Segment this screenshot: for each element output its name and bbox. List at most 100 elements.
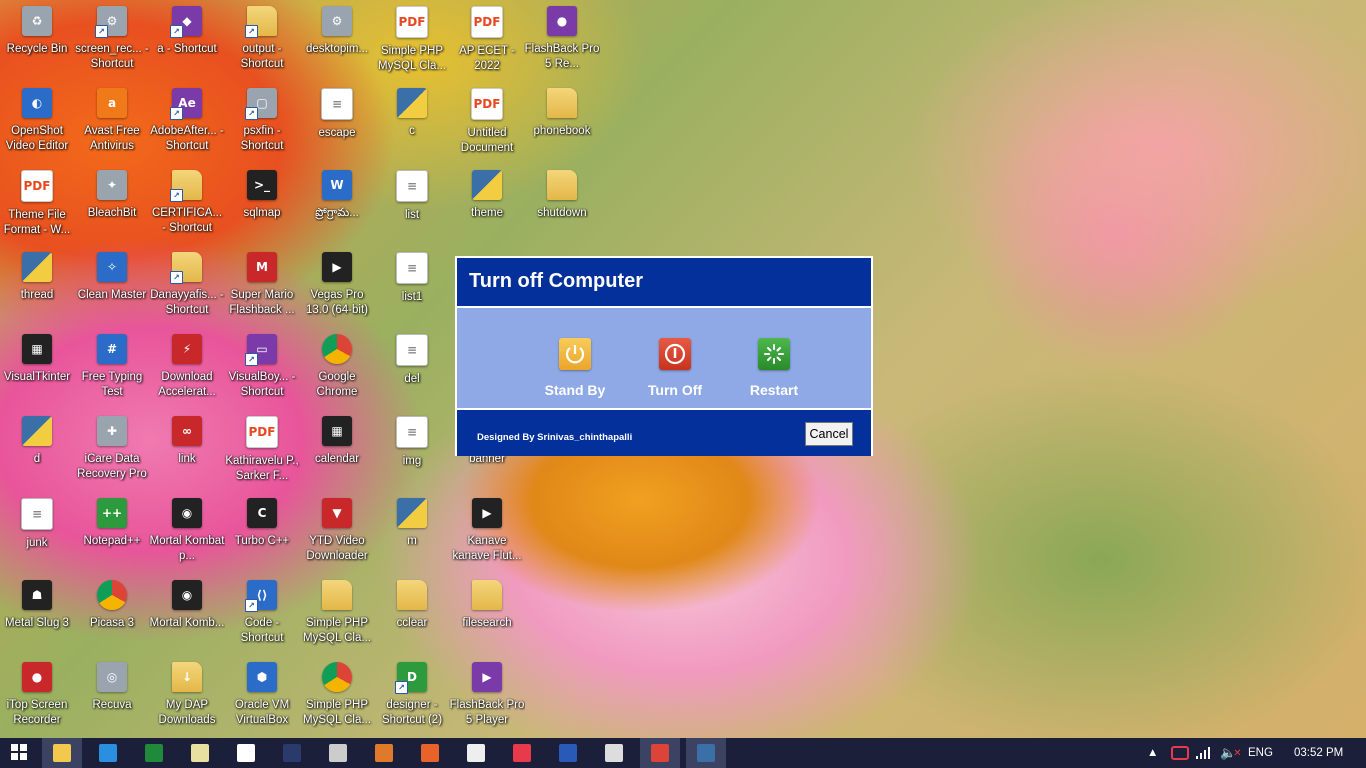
desktop-icon[interactable]: theme: [449, 164, 525, 244]
desktop-icon[interactable]: ↗ CERTIFICA... - Shortcut: [149, 164, 225, 244]
desktop-icon[interactable]: Google Chrome: [299, 328, 375, 408]
desktop-icon[interactable]: cclear: [374, 574, 450, 654]
desktop-icon[interactable]: ⟨⟩ ↗ Code - Shortcut: [224, 574, 300, 654]
show-hidden-icons-button[interactable]: ▲: [1147, 738, 1158, 768]
desktop-icon[interactable]: # Free Typing Test: [74, 328, 150, 408]
desktop-icon[interactable]: ▢ ↗ psxfin - Shortcut: [224, 82, 300, 162]
desktop-icon[interactable]: ✧ Clean Master: [74, 246, 150, 326]
desktop-icon[interactable]: a Avast Free Antivirus: [74, 82, 150, 162]
restart-button[interactable]: Restart: [729, 338, 819, 404]
excel-taskbar-button[interactable]: [134, 738, 174, 768]
pdf-icon: PDF: [471, 6, 503, 38]
photoshop-taskbar-button[interactable]: [272, 738, 312, 768]
desktop-icon[interactable]: ▦ calendar: [299, 410, 375, 490]
word-taskbar-button[interactable]: [548, 738, 588, 768]
desktop-icon[interactable]: Picasa 3: [74, 574, 150, 654]
desktop-icon[interactable]: ▶ FlashBack Pro 5 Player: [449, 656, 525, 736]
desktop-icon[interactable]: phonebook: [524, 82, 600, 162]
desktop-icon[interactable]: PDF Kathiravelu P., Sarker F...: [224, 410, 300, 490]
python-idle-taskbar-button[interactable]: [686, 738, 726, 768]
desktop-icon[interactable]: ↓ My DAP Downloads: [149, 656, 225, 736]
turn-off-button[interactable]: Turn Off: [630, 338, 720, 404]
standby-button[interactable]: Stand By: [530, 338, 620, 404]
desktop-icon[interactable]: Ae ↗ AdobeAfter... - Shortcut: [149, 82, 225, 162]
internet-explorer-taskbar-button[interactable]: [88, 738, 128, 768]
file-explorer-taskbar-button[interactable]: [42, 738, 82, 768]
desktop-icon[interactable]: ≡ list1: [374, 246, 450, 326]
home-taskbar-button[interactable]: [226, 738, 266, 768]
desktop-icon[interactable]: ✚ iCare Data Recovery Pro: [74, 410, 150, 490]
desktop-icon[interactable]: ▶ Kanave kanave Flut...: [449, 492, 525, 572]
after-effects-icon: Ae ↗: [170, 88, 202, 120]
desktop-icon[interactable]: ++ Notepad++: [74, 492, 150, 572]
hp-taskbar-button[interactable]: [318, 738, 358, 768]
desktop-icon[interactable]: ≡ img: [374, 410, 450, 490]
desktop-icon[interactable]: ≡ escape: [299, 82, 375, 162]
clock[interactable]: 03:52 PM: [1294, 738, 1343, 768]
chrome-taskbar-taskbar-button[interactable]: [640, 738, 680, 768]
desktop-icon-label: OpenShot Video Editor: [5, 125, 69, 152]
desktop-icon-label: FlashBack Pro 5 Player: [449, 699, 525, 726]
desktop-icon[interactable]: m: [374, 492, 450, 572]
desktop-icon[interactable]: ▦ VisualTkinter: [0, 328, 75, 408]
desktop-icon[interactable]: ◆ ↗ a - Shortcut: [149, 0, 225, 80]
notepad-taskbar-button[interactable]: [180, 738, 220, 768]
desktop-icon[interactable]: ≡ del: [374, 328, 450, 408]
desktop-icon[interactable]: ▶ Vegas Pro 13.0 (64-bit): [299, 246, 375, 326]
desktop-icon[interactable]: ≡ list: [374, 164, 450, 244]
desktop-icon[interactable]: ▭ ↗ VisualBoy... - Shortcut: [224, 328, 300, 408]
desktop-icon[interactable]: PDF Simple PHP MySQL Cla...: [374, 0, 450, 80]
desktop-icon[interactable]: >_ sqlmap: [224, 164, 300, 244]
language-indicator[interactable]: ENG: [1248, 738, 1273, 768]
desktop-icon[interactable]: filesearch: [449, 574, 525, 654]
desktop-icon[interactable]: ↗ Danayyafis... - Shortcut: [149, 246, 225, 326]
desktop-icon[interactable]: M Super Mario Flashback ...: [224, 246, 300, 326]
recorder-tray-icon[interactable]: [1171, 738, 1189, 768]
python-file-icon: [397, 498, 427, 528]
volume-muted-icon[interactable]: 🔈 ✕: [1220, 738, 1242, 768]
desktop-icon[interactable]: C Turbo C++: [224, 492, 300, 572]
windows-start-taskbar-button[interactable]: [0, 738, 40, 768]
desktop-icon[interactable]: ⚡ Download Accelerat...: [149, 328, 225, 408]
desktop-icon[interactable]: PDF Untitled Document: [449, 82, 525, 162]
desktop-icon[interactable]: d: [0, 410, 75, 490]
desktop-icon[interactable]: PDF Theme File Format - W...: [0, 164, 75, 244]
network-signal-icon[interactable]: [1196, 738, 1210, 768]
desktop-icon-label: Download Accelerat...: [158, 371, 216, 398]
desktop-icon[interactable]: shutdown: [524, 164, 600, 244]
desktop-icon[interactable]: ↗ output - Shortcut: [224, 0, 300, 80]
desktop-icon[interactable]: c: [374, 82, 450, 162]
download-accelerator-icon: ⚡: [172, 334, 202, 364]
desktop-icon[interactable]: thread: [0, 246, 75, 326]
desktop-icon[interactable]: ☗ Metal Slug 3: [0, 574, 75, 654]
desktop-icon[interactable]: W ప్రోగ్రామ...: [299, 164, 375, 244]
desktop-icon[interactable]: ≡ junk: [0, 492, 75, 572]
desktop-icon-label: ప్రోగ్రామ...: [315, 207, 359, 219]
camera-app-taskbar-button[interactable]: [456, 738, 496, 768]
desktop-icon[interactable]: ⚙ ↗ screen_rec... - Shortcut: [74, 0, 150, 80]
photos-taskbar-button[interactable]: [364, 738, 404, 768]
desktop-icon[interactable]: PDF AP ECET - 2022: [449, 0, 525, 80]
desktop-icon[interactable]: ✦ BleachBit: [74, 164, 150, 244]
firefox-taskbar-button[interactable]: [410, 738, 450, 768]
desktop-icon[interactable]: ● iTop Screen Recorder: [0, 656, 75, 736]
text-file-icon: ≡: [396, 170, 428, 202]
desktop-icon[interactable]: Simple PHP MySQL Cla...: [299, 656, 375, 736]
unity-taskbar-button[interactable]: [594, 738, 634, 768]
desktop-icon[interactable]: ⬢ Oracle VM VirtualBox: [224, 656, 300, 736]
desktop-icon[interactable]: ◎ Recuva: [74, 656, 150, 736]
cancel-button[interactable]: Cancel: [805, 422, 853, 446]
desktop-icon[interactable]: ● FlashBack Pro 5 Re...: [524, 0, 600, 80]
text-file-icon: ≡: [396, 416, 428, 448]
desktop-icon[interactable]: ◉ Mortal Komb...: [149, 574, 225, 654]
desktop-icon[interactable]: Simple PHP MySQL Cla...: [299, 574, 375, 654]
desktop-icon[interactable]: ◐ OpenShot Video Editor: [0, 82, 75, 162]
screen-recorder-taskbar-button[interactable]: [502, 738, 542, 768]
desktop-icon[interactable]: ▼ YTD Video Downloader: [299, 492, 375, 572]
desktop-icon[interactable]: D ↗ designer - Shortcut (2): [374, 656, 450, 736]
folder-icon: [472, 580, 502, 610]
desktop-icon[interactable]: ♻ Recycle Bin: [0, 0, 75, 80]
desktop-icon[interactable]: ⚙ desktopim...: [299, 0, 375, 80]
desktop-icon[interactable]: ◉ Mortal Kombat p...: [149, 492, 225, 572]
desktop-icon[interactable]: ∞ link: [149, 410, 225, 490]
